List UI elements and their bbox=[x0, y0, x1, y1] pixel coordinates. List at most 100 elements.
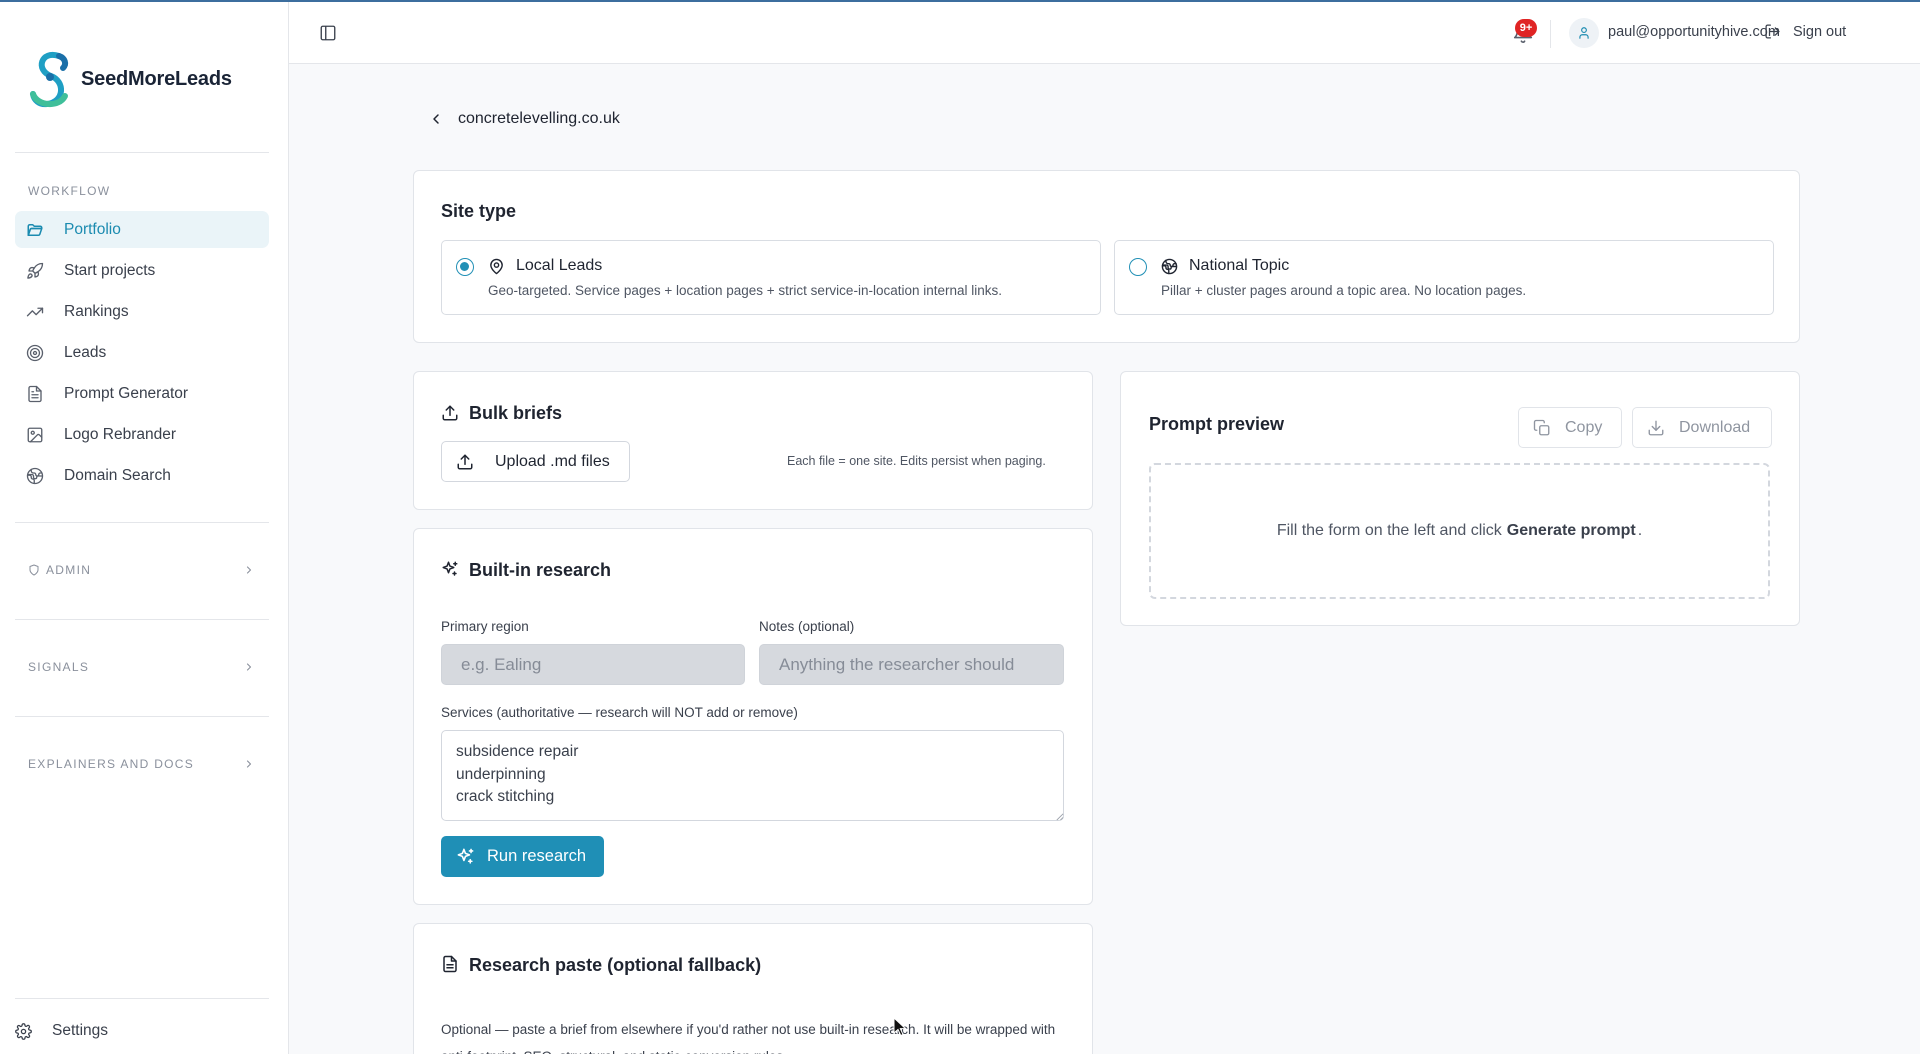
option-description: Geo-targeted. Service pages + location p… bbox=[488, 283, 1003, 298]
sidebar-divider bbox=[15, 998, 269, 999]
sidebar-group-explainers-docs[interactable]: EXPLAINERS AND DOCS bbox=[15, 749, 269, 779]
sign-out-button[interactable]: Sign out bbox=[1764, 23, 1846, 40]
signals-group-label: SIGNALS bbox=[28, 660, 90, 674]
seedmoreleads-logo-icon bbox=[30, 51, 69, 108]
brand-name: SeedMoreLeads bbox=[81, 67, 232, 90]
bulk-hint: Each file = one site. Edits persist when… bbox=[787, 454, 1046, 468]
sidebar-item-label: Portfolio bbox=[64, 220, 121, 238]
settings-label: Settings bbox=[52, 1022, 109, 1039]
sidebar-toggle-icon[interactable] bbox=[319, 24, 337, 42]
prompt-preview-empty-state: Fill the form on the left and click Gener… bbox=[1149, 463, 1770, 599]
chevron-left-icon[interactable] bbox=[428, 111, 444, 127]
national-topic-radio[interactable] bbox=[1129, 258, 1147, 276]
avatar[interactable] bbox=[1569, 18, 1599, 48]
run-research-label: Run research bbox=[487, 847, 587, 865]
header-divider bbox=[1550, 20, 1551, 48]
chevron-right-icon bbox=[246, 663, 252, 671]
user-email: paul@opportunityhive.com bbox=[1608, 24, 1780, 40]
local-leads-radio[interactable] bbox=[456, 258, 474, 276]
notes-input[interactable] bbox=[759, 644, 1064, 685]
sidebar-item-rankings[interactable]: Rankings bbox=[15, 293, 269, 330]
sidebar-item-label: Logo Rebrander bbox=[64, 425, 177, 443]
empty-state-prefix: Fill the form on the left and click bbox=[1276, 522, 1502, 539]
log-out-icon bbox=[1765, 24, 1780, 39]
sidebar-divider bbox=[15, 522, 269, 523]
sidebar-item-prompt-generator[interactable]: Prompt Generator bbox=[15, 375, 269, 412]
chevron-right-icon bbox=[246, 566, 252, 574]
upload-icon bbox=[457, 454, 473, 469]
primary-region-input[interactable] bbox=[441, 644, 745, 685]
file-text-icon bbox=[28, 385, 42, 402]
sidebar-group-signals[interactable]: SIGNALS bbox=[15, 652, 269, 682]
bulk-briefs-title: Bulk briefs bbox=[469, 403, 563, 423]
brand-logo[interactable]: SeedMoreLeads bbox=[29, 48, 232, 110]
image-icon bbox=[27, 427, 43, 442]
sidebar-divider bbox=[15, 152, 269, 153]
sidebar-item-start-projects[interactable]: Start projects bbox=[15, 252, 269, 289]
built-in-research-title: Built-in research bbox=[469, 560, 612, 580]
sidebar-item-domain-search[interactable]: Domain Search bbox=[15, 457, 269, 494]
generate-prompt-emphasis: Generate prompt bbox=[1506, 522, 1636, 539]
page-title: concretelevelling.co.uk bbox=[458, 110, 620, 127]
sidebar-item-label: Start projects bbox=[64, 261, 156, 279]
research-paste-card: Research paste (optional fallback) Optio… bbox=[413, 923, 1093, 1054]
notification-badge: 9+ bbox=[1515, 19, 1537, 37]
upload-md-files-button[interactable]: Upload .md files bbox=[441, 441, 630, 482]
prompt-preview-title: Prompt preview bbox=[1149, 414, 1285, 434]
trending-up-icon bbox=[26, 307, 44, 316]
sign-out-label: Sign out bbox=[1793, 23, 1847, 40]
sparkles-icon bbox=[457, 848, 474, 864]
mouse-cursor-icon bbox=[893, 1017, 907, 1037]
map-pin-icon bbox=[490, 258, 503, 275]
docs-group-label: EXPLAINERS AND DOCS bbox=[28, 757, 195, 771]
globe-icon bbox=[26, 467, 44, 484]
sparkles-icon bbox=[442, 561, 458, 576]
research-paste-description: Optional — paste a brief from elsewhere … bbox=[441, 1022, 1056, 1054]
sidebar-item-label: Leads bbox=[64, 343, 107, 361]
gear-icon bbox=[15, 1022, 32, 1040]
chevron-right-icon bbox=[246, 760, 252, 768]
breadcrumb: concretelevelling.co.uk bbox=[428, 110, 620, 128]
option-title: National Topic bbox=[1189, 257, 1290, 274]
upload-label: Upload .md files bbox=[495, 452, 610, 470]
services-textarea[interactable]: subsidence repair underpinning crack sti… bbox=[441, 730, 1064, 821]
notes-label: Notes (optional) bbox=[759, 619, 855, 634]
sidebar-item-settings[interactable]: Settings bbox=[15, 1022, 108, 1040]
shield-icon bbox=[29, 564, 39, 576]
prompt-preview-card: Prompt preview Copy Download Fill the fo… bbox=[1120, 371, 1800, 626]
site-type-option-national-topic[interactable]: National Topic Pillar + cluster pages ar… bbox=[1114, 240, 1774, 315]
built-in-research-card: Built-in research Primary region Notes (… bbox=[413, 528, 1093, 905]
sidebar-item-portfolio[interactable]: Portfolio bbox=[15, 211, 269, 248]
sidebar-group-admin[interactable]: ADMIN bbox=[15, 555, 269, 585]
sidebar-divider bbox=[15, 716, 269, 717]
download-label: Download bbox=[1679, 418, 1751, 436]
bulk-briefs-card: Bulk briefs Upload .md files Each file =… bbox=[413, 371, 1093, 510]
sidebar-item-leads[interactable]: Leads bbox=[15, 334, 269, 371]
resize-handle-icon[interactable] bbox=[1055, 812, 1064, 821]
site-type-card: Site type Local Leads Geo-targeted. Serv… bbox=[413, 170, 1800, 343]
download-button[interactable]: Download bbox=[1632, 407, 1772, 448]
folder-icon bbox=[27, 223, 43, 236]
services-label: Services (authoritative — research will … bbox=[441, 705, 798, 720]
run-research-button[interactable]: Run research bbox=[441, 836, 604, 877]
copy-button[interactable]: Copy bbox=[1518, 407, 1622, 448]
sidebar-item-logo-rebrander[interactable]: Logo Rebrander bbox=[15, 416, 269, 453]
file-text-icon bbox=[443, 955, 457, 973]
globe-icon bbox=[1161, 258, 1178, 275]
option-title: Local Leads bbox=[516, 257, 603, 274]
user-icon bbox=[1579, 27, 1589, 39]
sidebar-nav: Portfolio Start projects Rankings Leads … bbox=[15, 211, 269, 498]
top-header: 9+ paul@opportunityhive.com Sign out bbox=[289, 2, 1920, 64]
admin-group-label: ADMIN bbox=[46, 563, 92, 577]
workflow-section-label: WORKFLOW bbox=[28, 184, 111, 198]
empty-state-suffix: . bbox=[1637, 522, 1643, 539]
sidebar-item-label: Prompt Generator bbox=[64, 384, 189, 402]
copy-label: Copy bbox=[1565, 418, 1603, 436]
sidebar-item-label: Rankings bbox=[64, 302, 129, 320]
rocket-icon bbox=[27, 262, 44, 279]
primary-region-label: Primary region bbox=[441, 619, 529, 634]
site-type-title: Site type bbox=[441, 201, 517, 221]
upload-icon bbox=[442, 405, 458, 421]
copy-icon bbox=[1533, 419, 1550, 435]
site-type-option-local-leads[interactable]: Local Leads Geo-targeted. Service pages … bbox=[441, 240, 1101, 315]
